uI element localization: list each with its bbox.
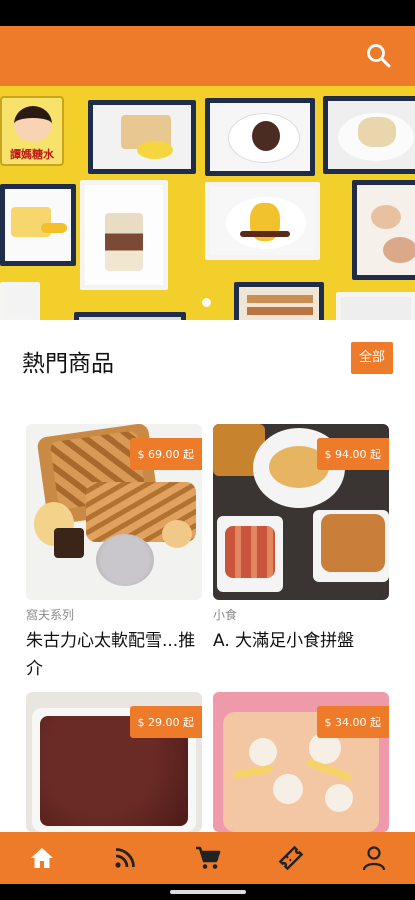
bottom-navigation [0, 832, 415, 884]
nav-coupons[interactable] [261, 838, 321, 878]
product-card[interactable]: $ 34.00 起 [213, 692, 389, 832]
price-tag: $ 94.00 起 [316, 438, 389, 470]
app-bar [0, 26, 415, 86]
shopping-cart-icon [195, 846, 220, 869]
banner-frame [205, 182, 320, 260]
product-card[interactable]: $ 94.00 起 小食 A. 大滿足小食拼盤 [213, 424, 389, 655]
banner-frame [80, 180, 168, 290]
product-image-dessert-soup: $ 29.00 起 [26, 692, 202, 832]
product-category: 窩夫系列 [26, 608, 75, 622]
product-image-snack-platter: $ 94.00 起 [213, 424, 389, 600]
nav-profile[interactable] [344, 838, 404, 878]
banner-frame [0, 282, 40, 320]
shop-sign-text: 譚媽糖水 [10, 148, 54, 161]
search-button[interactable] [365, 42, 393, 70]
nav-home[interactable] [12, 838, 72, 878]
price-tag: $ 34.00 起 [316, 706, 389, 738]
banner-frame [0, 184, 76, 266]
banner-frame [74, 312, 186, 320]
nav-cart[interactable] [178, 838, 238, 878]
price-tag: $ 29.00 起 [129, 706, 202, 738]
product-name: A. 大滿足小食拼盤 [213, 631, 355, 651]
banner-frame [323, 96, 415, 174]
price-tag: $ 69.00 起 [129, 438, 202, 470]
section-title: 熱門商品 [22, 351, 114, 377]
view-all-button[interactable]: 全部 [351, 342, 393, 374]
product-category: 小食 [213, 608, 238, 622]
banner-frame [336, 292, 415, 320]
carousel-indicator-dot[interactable] [202, 298, 211, 307]
main-content: 熱門商品 全部 $ 69.00 起 窩夫系列 朱古力心太軟配雪...推介 $ 9… [0, 320, 415, 832]
banner-frame [88, 100, 196, 174]
product-image-waffle: $ 69.00 起 [26, 424, 202, 600]
status-bar [0, 0, 415, 26]
banner-carousel[interactable]: 譚媽糖水 [0, 86, 415, 320]
ticket-icon [278, 845, 303, 871]
banner-frame [205, 98, 315, 176]
gesture-handle[interactable] [170, 890, 246, 894]
search-icon [367, 44, 391, 68]
home-icon [30, 848, 53, 868]
product-card[interactable]: $ 29.00 起 [26, 692, 202, 832]
product-card[interactable]: $ 69.00 起 窩夫系列 朱古力心太軟配雪...推介 [26, 424, 202, 683]
shop-logo-sign: 譚媽糖水 [0, 96, 64, 166]
banner-frame [234, 282, 324, 320]
product-image-tangyuan-soup: $ 34.00 起 [213, 692, 389, 832]
system-gesture-bar [0, 884, 415, 900]
rss-feed-icon [114, 848, 135, 868]
banner-frame [352, 180, 415, 280]
cartoon-face-image [14, 106, 52, 142]
person-icon [362, 846, 385, 871]
product-name: 朱古力心太軟配雪...推介 [26, 631, 196, 679]
nav-feed[interactable] [95, 838, 155, 878]
